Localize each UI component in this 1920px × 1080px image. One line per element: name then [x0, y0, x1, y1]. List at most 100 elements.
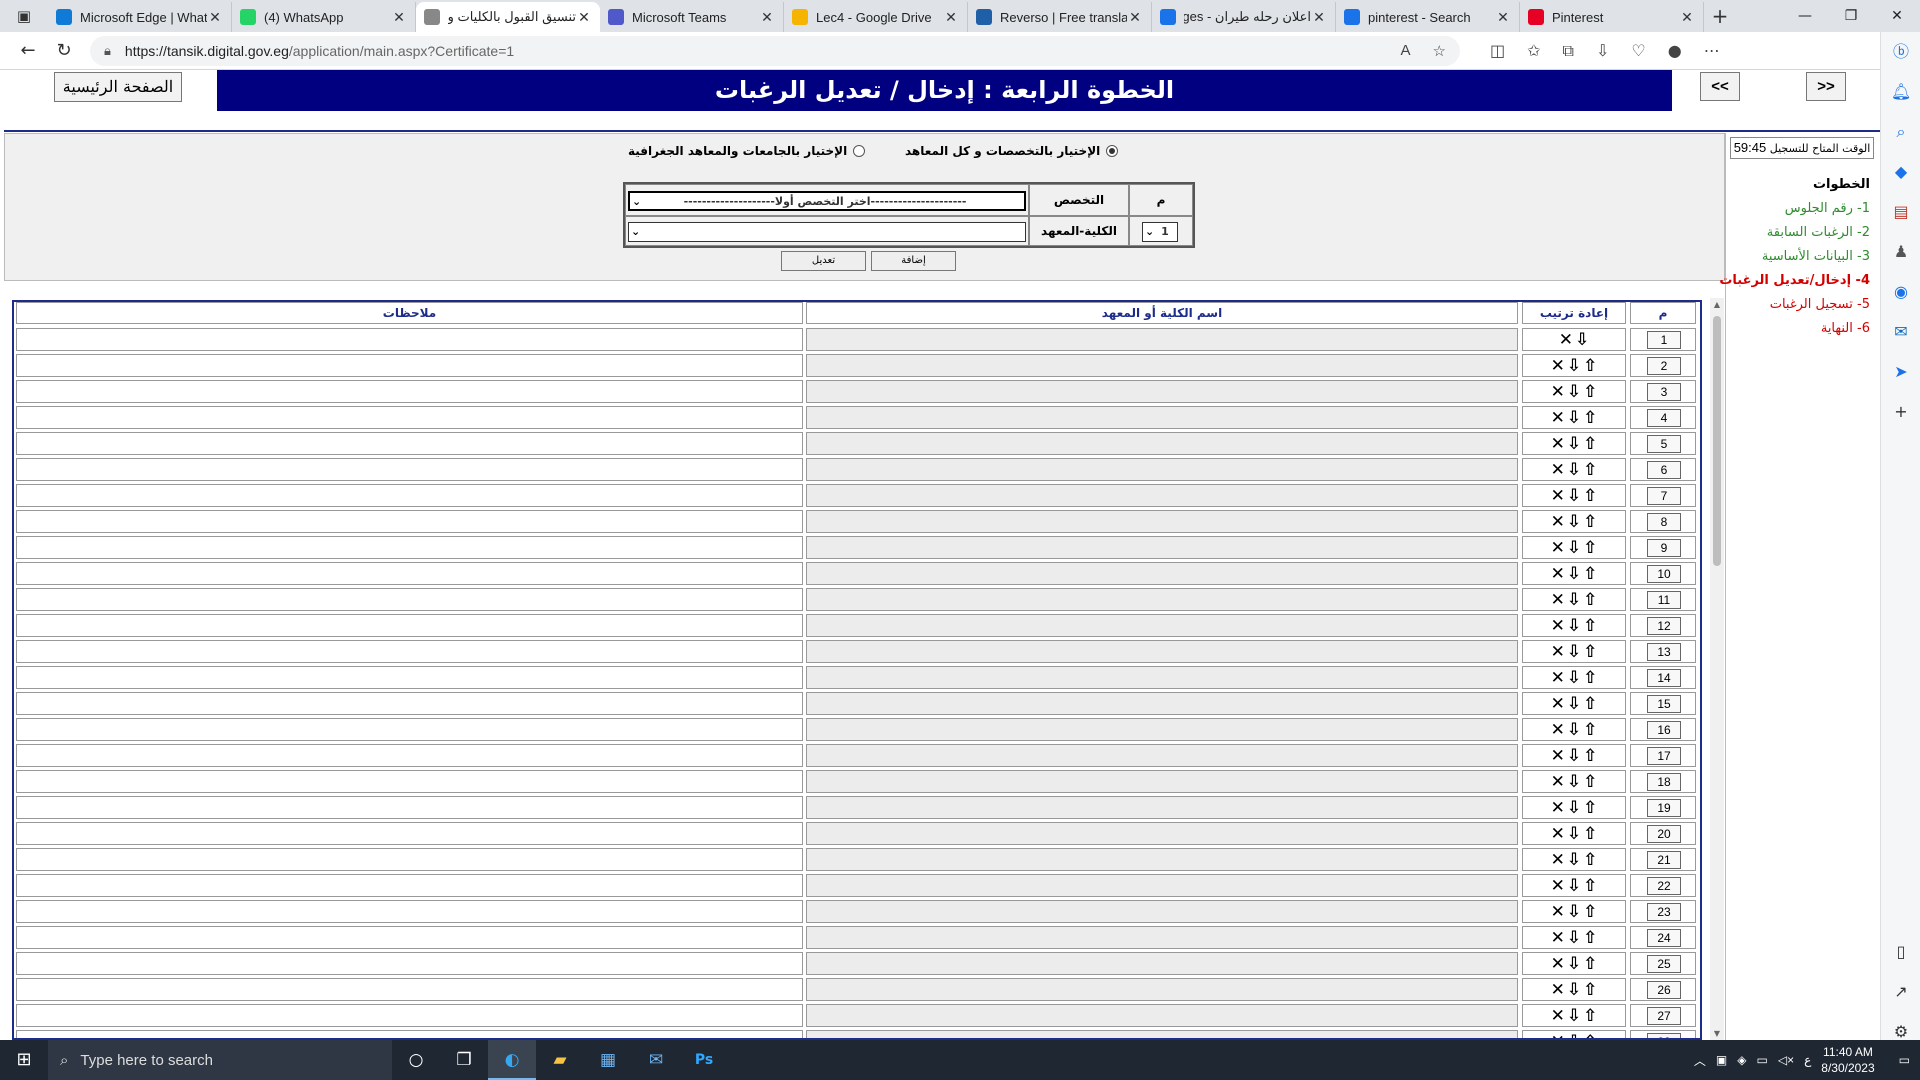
move-down-icon[interactable]: ⇩	[1567, 850, 1581, 870]
split-screen-icon[interactable]: ◫	[1490, 41, 1505, 61]
move-up-icon[interactable]: ⇧	[1583, 746, 1597, 766]
browser-tab[interactable]: تنسيق القبول بالكليات و ✕	[416, 2, 600, 32]
bing-chat-icon[interactable]: ⓑ	[1881, 32, 1920, 72]
step-item[interactable]: 4- إدخال/تعديل الرغبات	[1719, 273, 1870, 288]
scroll-down-icon[interactable]: ▼	[1712, 1029, 1722, 1038]
move-up-icon[interactable]: ⇧	[1583, 694, 1597, 714]
clock[interactable]: 11:40 AM 8/30/2023	[1821, 1044, 1874, 1076]
edge-taskbar-icon[interactable]: ◐	[488, 1040, 536, 1080]
move-up-icon[interactable]: ⇧	[1583, 512, 1597, 532]
minimize-icon[interactable]: —	[1782, 0, 1828, 32]
move-up-icon[interactable]: ⇧	[1583, 798, 1597, 818]
file-explorer-icon[interactable]: ▰	[536, 1040, 584, 1080]
start-windows-icon[interactable]: ⊞	[0, 1040, 48, 1080]
games-icon[interactable]: ♟	[1881, 232, 1920, 272]
move-down-icon[interactable]: ⇩	[1567, 746, 1581, 766]
delete-icon[interactable]: ✕	[1551, 486, 1565, 506]
delete-icon[interactable]: ✕	[1559, 330, 1573, 350]
close-tab-icon[interactable]: ✕	[943, 9, 959, 26]
external-link-icon[interactable]: ↗	[1881, 972, 1920, 1012]
move-down-icon[interactable]: ⇩	[1567, 824, 1581, 844]
edit-button[interactable]: تعديل	[781, 251, 866, 271]
move-down-icon[interactable]: ⇩	[1567, 408, 1581, 428]
delete-icon[interactable]: ✕	[1551, 434, 1565, 454]
close-tab-icon[interactable]: ✕	[1127, 9, 1143, 26]
network-icon[interactable]: ▭	[1757, 1053, 1768, 1067]
tab-actions-icon[interactable]: ▣	[0, 0, 48, 32]
delete-icon[interactable]: ✕	[1551, 772, 1565, 792]
move-down-icon[interactable]: ⇩	[1567, 902, 1581, 922]
delete-icon[interactable]: ✕	[1551, 616, 1565, 636]
specialty-select[interactable]: ⌄ ---------------------اختر التخصص أولا-…	[628, 191, 1026, 211]
move-down-icon[interactable]: ⇩	[1567, 460, 1581, 480]
close-tab-icon[interactable]: ✕	[576, 9, 592, 26]
move-up-icon[interactable]: ⇧	[1583, 720, 1597, 740]
delete-icon[interactable]: ✕	[1551, 694, 1565, 714]
close-tab-icon[interactable]: ✕	[391, 9, 407, 26]
browser-tab[interactable]: Reverso | Free translat ✕	[968, 2, 1152, 32]
mail-icon[interactable]: ✉	[632, 1040, 680, 1080]
browser-tab[interactable]: Microsoft Edge | What ✕	[48, 2, 232, 32]
close-tab-icon[interactable]: ✕	[1311, 9, 1327, 26]
browser-tab[interactable]: pinterest - Search ✕	[1336, 2, 1520, 32]
chevron-up-icon[interactable]: ︿	[1694, 1052, 1706, 1069]
close-tab-icon[interactable]: ✕	[759, 9, 775, 26]
add-sidebar-app-icon[interactable]: +	[1881, 392, 1920, 432]
delete-icon[interactable]: ✕	[1551, 824, 1565, 844]
home-page-button[interactable]: الصفحة الرئيسية	[54, 72, 182, 102]
close-tab-icon[interactable]: ✕	[1679, 9, 1695, 26]
move-up-icon[interactable]: ⇧	[1583, 486, 1597, 506]
delete-icon[interactable]: ✕	[1551, 1032, 1565, 1039]
delete-icon[interactable]: ✕	[1551, 850, 1565, 870]
collections-icon[interactable]: ⧉	[1563, 41, 1574, 61]
vertical-scrollbar[interactable]: ▲ ▼	[1710, 298, 1724, 1040]
move-down-icon[interactable]: ⇩	[1567, 720, 1581, 740]
tray-app-icon[interactable]: ▣	[1716, 1053, 1727, 1067]
delete-icon[interactable]: ✕	[1551, 954, 1565, 974]
move-up-icon[interactable]: ⇧	[1583, 1006, 1597, 1026]
photoshop-icon[interactable]: Ps	[680, 1040, 728, 1080]
delete-icon[interactable]: ✕	[1551, 590, 1565, 610]
new-tab-button[interactable]: +	[1704, 2, 1736, 32]
notifications-center-icon[interactable]: ▭	[1899, 1053, 1910, 1067]
move-up-icon[interactable]: ⇧	[1583, 616, 1597, 636]
move-up-icon[interactable]: ⇧	[1583, 382, 1597, 402]
move-up-icon[interactable]: ⇧	[1583, 928, 1597, 948]
move-down-icon[interactable]: ⇩	[1567, 1032, 1581, 1039]
task-view-icon[interactable]: ❐	[440, 1040, 488, 1080]
sidebar-search-icon[interactable]: ⌕	[1881, 112, 1920, 152]
browser-essentials-icon[interactable]: ♡	[1631, 41, 1645, 61]
prev-step-button[interactable]: <<	[1700, 72, 1740, 101]
move-down-icon[interactable]: ⇩	[1567, 668, 1581, 688]
delete-icon[interactable]: ✕	[1551, 928, 1565, 948]
move-down-icon[interactable]: ⇩	[1567, 772, 1581, 792]
url-field[interactable]: 🔒︎ https://tansik.digital.gov.eg/applica…	[90, 35, 1460, 66]
delete-icon[interactable]: ✕	[1551, 668, 1565, 688]
delete-icon[interactable]: ✕	[1551, 746, 1565, 766]
move-down-icon[interactable]: ⇩	[1567, 538, 1581, 558]
move-up-icon[interactable]: ⇧	[1583, 434, 1597, 454]
favorite-star-icon[interactable]: ☆	[1433, 42, 1446, 60]
delete-icon[interactable]: ✕	[1551, 798, 1565, 818]
browser-tab[interactable]: Pinterest ✕	[1520, 2, 1704, 32]
move-down-icon[interactable]: ⇩	[1567, 694, 1581, 714]
move-down-icon[interactable]: ⇩	[1567, 980, 1581, 1000]
refresh-icon[interactable]: ↻	[46, 35, 82, 67]
move-down-icon[interactable]: ⇩	[1567, 590, 1581, 610]
step-item[interactable]: 5- تسجيل الرغبات	[1770, 297, 1870, 312]
move-up-icon[interactable]: ⇧	[1583, 356, 1597, 376]
order-select[interactable]: ⌄ 1	[1142, 222, 1178, 242]
delete-icon[interactable]: ✕	[1551, 980, 1565, 1000]
notifications-icon[interactable]: 🔔︎	[1881, 72, 1920, 112]
tray-security-icon[interactable]: ◈	[1737, 1053, 1746, 1067]
delete-icon[interactable]: ✕	[1551, 382, 1565, 402]
step-item[interactable]: 2- الرغبات السابقة	[1767, 225, 1870, 240]
delete-icon[interactable]: ✕	[1551, 902, 1565, 922]
delete-icon[interactable]: ✕	[1551, 876, 1565, 896]
move-up-icon[interactable]: ⇧	[1583, 850, 1597, 870]
delete-icon[interactable]: ✕	[1551, 642, 1565, 662]
delete-icon[interactable]: ✕	[1551, 1006, 1565, 1026]
move-up-icon[interactable]: ⇧	[1583, 408, 1597, 428]
more-options-icon[interactable]: ⋯	[1704, 41, 1720, 61]
move-up-icon[interactable]: ⇧	[1583, 538, 1597, 558]
